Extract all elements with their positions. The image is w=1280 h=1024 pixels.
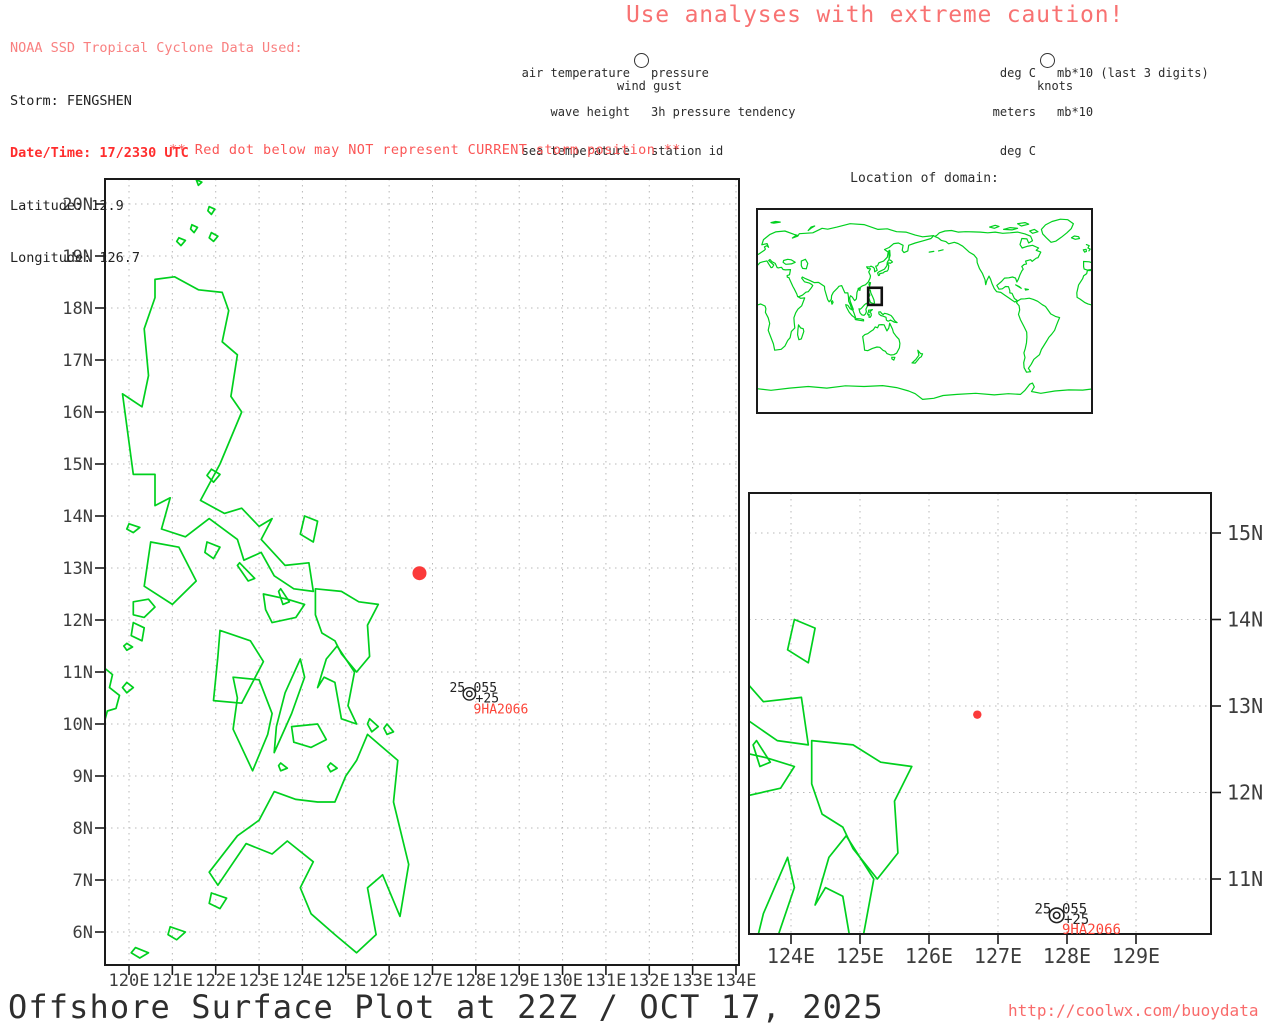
lon-tick-label: 126E xyxy=(905,944,953,968)
legend-units-right: mb*10 (last 3 digits) mb*10 xyxy=(1057,41,1209,145)
unit-pressure-tendency: mb*10 xyxy=(1057,106,1209,119)
legend-units-left: deg C meters deg C xyxy=(956,41,1036,184)
station-id: 9HA2066 xyxy=(474,702,529,717)
station-plot-main: 25055+259HA2066 xyxy=(449,681,528,718)
site-url-link[interactable]: http://coolwx.com/buoydata xyxy=(1008,1001,1258,1020)
lat-tick-label: 16N xyxy=(62,403,93,423)
lon-tick-label: 124E xyxy=(767,944,815,968)
station-circle-icon xyxy=(634,53,649,68)
lat-tick-label: 11N xyxy=(1227,867,1263,891)
lat-tick-label: 14N xyxy=(1227,608,1263,632)
inset-map-title: Location of domain: xyxy=(757,171,1092,186)
legend-pressure-tendency: 3h pressure tendency xyxy=(651,106,796,119)
station-plot-zoom: 25055+259HA2066 xyxy=(1034,901,1120,938)
legend-wave-height: wave height xyxy=(503,106,630,119)
lat-tick-label: 7N xyxy=(73,871,93,891)
station-circle-icon xyxy=(1040,53,1055,68)
legend-pressure: pressure xyxy=(651,67,796,80)
legend-params-right: pressure 3h pressure tendency station id xyxy=(651,41,796,184)
unit-wave-height: meters xyxy=(956,106,1036,119)
lat-tick-label: 6N xyxy=(73,923,93,943)
world-inset-map xyxy=(757,209,1092,413)
storm-longitude: Longitude: 126.7 xyxy=(10,250,303,268)
station-air-temp: 25 xyxy=(449,681,465,696)
legend-air-temperature: air temperature xyxy=(503,67,630,80)
lat-tick-label: 15N xyxy=(1227,521,1263,545)
station-id: 9HA2066 xyxy=(1062,922,1121,938)
lat-tick-label: 8N xyxy=(73,819,93,839)
lat-tick-label: 17N xyxy=(62,351,93,371)
storm-position-dot xyxy=(973,710,981,718)
lat-tick-label: 11N xyxy=(62,663,93,683)
lat-tick-label: 15N xyxy=(62,455,93,475)
lat-tick-label: 12N xyxy=(62,611,93,631)
unit-sea-temperature: deg C xyxy=(956,145,1036,158)
storm-latitude: Latitude: 12.9 xyxy=(10,198,303,216)
caution-banner: Use analyses with extreme caution! xyxy=(600,2,1150,28)
storm-position-warning: ** Red dot below may NOT represent CURRE… xyxy=(105,142,745,158)
lon-tick-label: 125E xyxy=(836,944,884,968)
unit-air-temperature: deg C xyxy=(956,67,1036,80)
unit-pressure: mb*10 (last 3 digits) xyxy=(1057,67,1209,80)
page-title: Offshore Surface Plot at 22Z / OCT 17, 2… xyxy=(8,988,884,1024)
station-air-temp: 25 xyxy=(1034,901,1051,917)
offshore-surface-plot-page: 120E121E122E123E124E125E126E127E128E129E… xyxy=(0,0,1280,1024)
lat-tick-label: 13N xyxy=(1227,694,1263,718)
legend-params-left: air temperature wave height sea temperat… xyxy=(503,41,630,184)
lat-tick-label: 14N xyxy=(62,507,93,527)
cyclone-data-source: NOAA SSD Tropical Cyclone Data Used: xyxy=(10,40,303,58)
lon-tick-label: 129E xyxy=(1112,944,1160,968)
lon-tick-label: 127E xyxy=(974,944,1022,968)
lat-tick-label: 12N xyxy=(1227,781,1263,805)
storm-name: Storm: FENGSHEN xyxy=(10,93,303,111)
lat-tick-label: 10N xyxy=(62,715,93,735)
lat-tick-label: 13N xyxy=(62,559,93,579)
lat-tick-label: 9N xyxy=(73,767,93,787)
lon-tick-label: 128E xyxy=(1043,944,1091,968)
storm-position-dot xyxy=(412,566,426,580)
